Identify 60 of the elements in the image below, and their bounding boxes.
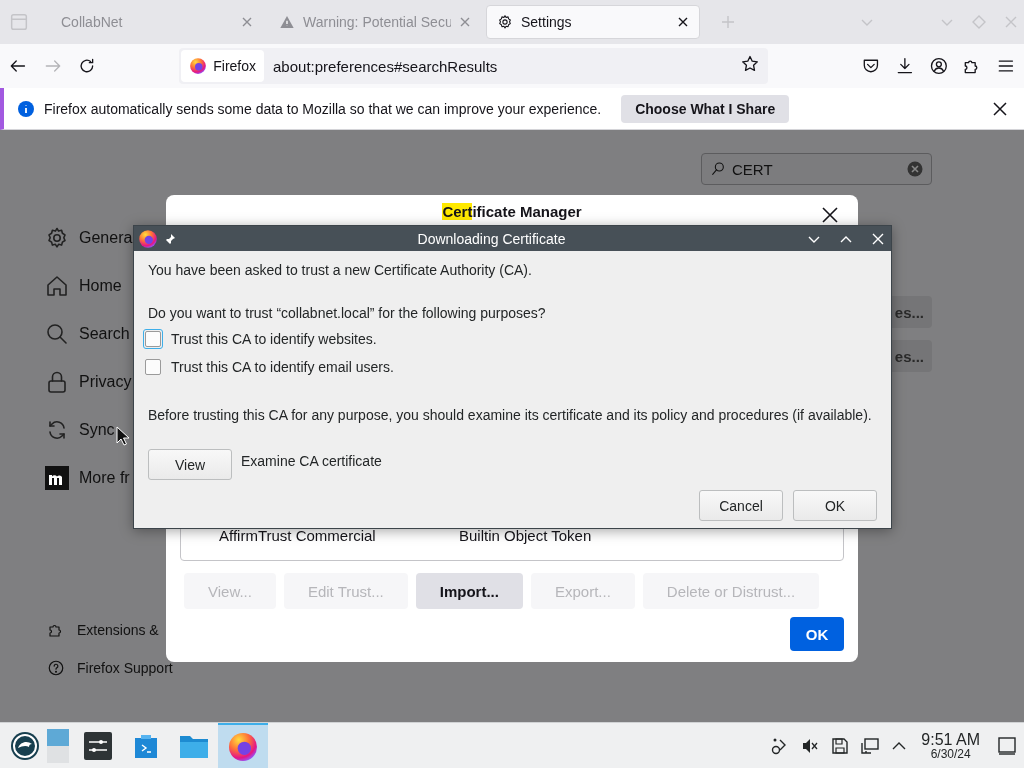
app-logo-icon [138, 228, 158, 249]
sidebar-item[interactable]: Sync [45, 406, 115, 454]
close-icon[interactable] [992, 100, 1008, 117]
home-icon [45, 274, 69, 298]
browser-logo-icon [227, 730, 259, 763]
sliders-app-icon[interactable] [84, 731, 112, 760]
view-button[interactable]: View [148, 449, 232, 480]
close-icon[interactable] [677, 16, 689, 28]
search-field[interactable]: CERT [701, 153, 932, 185]
browser-tab[interactable]: Warning: Potential Secu [268, 5, 482, 39]
dialog-text: Do you want to trust “collabnet.local” for the following purposes? [148, 304, 547, 323]
table-cell: Builtin Object Token [459, 526, 592, 544]
help-icon [47, 659, 65, 677]
gear-icon [497, 14, 513, 30]
ok-button[interactable]: OK [790, 617, 844, 651]
notification-message: Firefox automatically sends some data to Mozilla so that we can improve your experience. [44, 100, 602, 117]
table-cell-text: AffirmTrust Commercial [218, 526, 377, 544]
dialog-text: You have been asked to trust a new Certificate Authority (CA). [148, 261, 533, 280]
checkbox-label[interactable]: Trust this CA to identify email users. [171, 359, 394, 375]
close-icon[interactable] [822, 207, 838, 223]
checkbox-label[interactable]: Trust this CA to identify websites. [171, 331, 377, 347]
warning-icon [279, 14, 295, 30]
distro-logo-icon[interactable] [10, 730, 40, 761]
gear-icon [45, 226, 69, 250]
choose-what-i-share-button[interactable]: Choose What I Share [621, 94, 790, 123]
sidebar-item[interactable]: Genera [45, 214, 133, 262]
dialog-button[interactable]: Cancel [699, 490, 783, 521]
mouse-pointer-icon [116, 426, 130, 446]
sidebar-item[interactable]: Search [45, 310, 130, 358]
save-icon[interactable] [831, 736, 850, 755]
view-caption: Examine CA certificate [241, 453, 382, 469]
sidebar-link[interactable]: Extensions & [45, 611, 159, 649]
certificate-action-button[interactable]: Import... [415, 573, 523, 609]
checkbox[interactable] [145, 359, 161, 375]
sidebar-item[interactable]: Privacy [45, 358, 132, 406]
browser-logo-icon [189, 57, 208, 75]
sidebar-item[interactable]: Home [45, 262, 122, 310]
identity-box[interactable]: Firefox [181, 50, 265, 82]
clock-time[interactable]: 9:51 AM [921, 730, 980, 748]
search-icon [710, 161, 726, 177]
dialog-text: Before trusting this CA for any purpose, you should examine its certificate and its policy and procedures (if available). [148, 406, 873, 425]
clear-icon[interactable] [907, 161, 923, 177]
letter-m-logo-icon [45, 466, 69, 490]
dialog-button[interactable]: OK [793, 490, 877, 521]
clock-date[interactable]: 6/30/24 [930, 747, 971, 761]
lock-icon [45, 370, 69, 394]
info-icon [18, 100, 34, 117]
window-title: Downloading Certificate [416, 230, 567, 247]
star-icon[interactable] [740, 54, 760, 74]
sidebar-link[interactable]: Firefox Support [45, 649, 173, 687]
browser-tab[interactable]: CollabNet [50, 5, 264, 39]
display-icon[interactable] [861, 736, 880, 755]
address-bar[interactable]: Firefox about:preferences#searchResults [179, 48, 768, 84]
search-icon [45, 322, 69, 346]
url-text: about:preferences#searchResults [272, 57, 499, 75]
sidebar-item[interactable]: More fr [45, 454, 130, 502]
account-icon[interactable] [928, 56, 949, 76]
show-desktop-icon[interactable] [998, 736, 1016, 755]
pin-icon[interactable] [164, 232, 176, 245]
browser-tab[interactable]: Settings [486, 5, 700, 39]
